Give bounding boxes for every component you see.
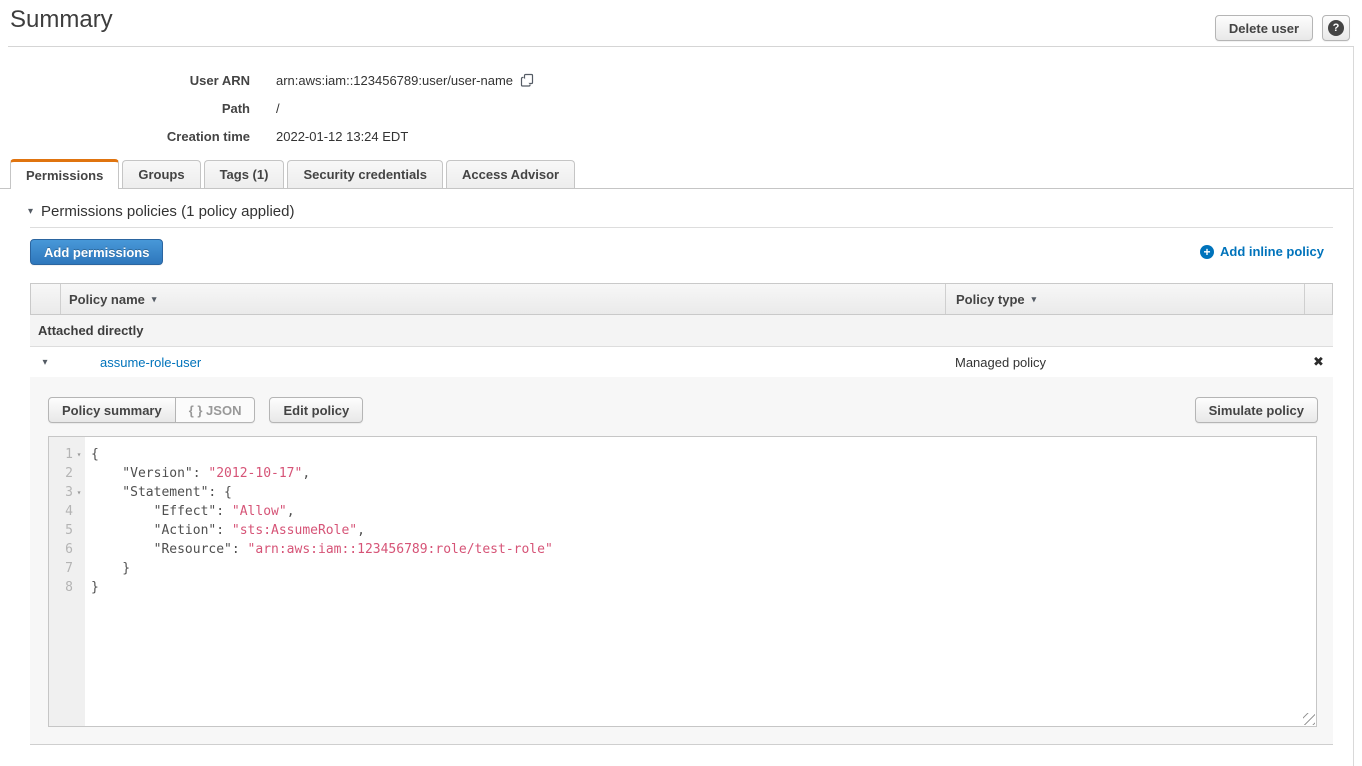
tab-groups[interactable]: Groups [122,160,200,188]
user-arn-row: User ARN arn:aws:iam::123456789:user/use… [0,66,535,94]
iam-user-summary-page: Summary Delete user ? User ARN arn:aws:i… [0,0,1362,766]
header-actions: Delete user ? [1215,15,1350,41]
policy-table: Policy name ▾ Policy type ▾ Attached dir… [30,283,1333,745]
editor-gutter: 1▾ 2 3▾ 4 5 6 7 8 [49,437,85,726]
policy-detail-panel: Policy summary { } JSON Edit policy Simu… [30,377,1333,745]
json-view-button[interactable]: { } JSON [176,397,256,423]
copy-icon[interactable] [520,73,535,88]
editor-code-area[interactable]: { "Version": "2012-10-17", "Statement": … [85,437,1316,726]
sort-arrow-icon: ▾ [1032,294,1037,305]
expand-caret-icon: ▾ [42,357,47,368]
add-permissions-button[interactable]: Add permissions [30,239,163,265]
tab-security-credentials[interactable]: Security credentials [287,160,443,188]
fold-caret-icon[interactable]: ▾ [73,445,85,464]
edit-policy-button[interactable]: Edit policy [269,397,363,423]
code-line: "Action": "sts:AssumeRole", [91,521,1316,540]
policy-view-segmented-control: Policy summary { } JSON [48,397,255,423]
add-inline-policy-link[interactable]: + Add inline policy [1200,244,1324,259]
code-line: "Resource": "arn:aws:iam::123456789:role… [91,540,1316,559]
attached-directly-group-row: Attached directly [30,315,1333,347]
policy-detail-toolbar: Policy summary { } JSON Edit policy [48,397,363,423]
policy-summary-button[interactable]: Policy summary [48,397,176,423]
action-column-header [1305,284,1332,314]
fold-caret-icon[interactable]: ▾ [73,483,85,502]
code-line: "Effect": "Allow", [91,502,1316,521]
page-title: Summary [10,6,113,34]
plus-circle-icon: + [1200,245,1214,259]
creation-time-value: 2022-01-12 13:24 EDT [276,129,408,144]
permissions-policies-header[interactable]: ▾ Permissions policies (1 policy applied… [28,203,294,220]
code-line: "Version": "2012-10-17", [91,464,1316,483]
permissions-policies-title: Permissions policies (1 policy applied) [41,203,294,220]
tab-permissions[interactable]: Permissions [10,159,119,189]
policy-table-header: Policy name ▾ Policy type ▾ [30,283,1333,315]
sort-arrow-icon: ▾ [152,294,157,305]
header-divider [8,46,1354,47]
code-line: { [91,445,1316,464]
policy-row: ▾ assume-role-user Managed policy ✖ [30,347,1333,377]
simulate-policy-button[interactable]: Simulate policy [1195,397,1318,423]
creation-time-row: Creation time 2022-01-12 13:24 EDT [0,122,535,150]
path-label: Path [0,101,250,116]
policy-json-editor[interactable]: 1▾ 2 3▾ 4 5 6 7 8 { "Version": "2012-10-… [48,436,1317,727]
policy-name-link[interactable]: assume-role-user [100,355,201,370]
expand-column-header [31,284,61,314]
user-arn-label: User ARN [0,73,250,88]
tab-access-advisor[interactable]: Access Advisor [446,160,575,188]
section-divider [30,227,1333,228]
policy-type-column-header[interactable]: Policy type ▾ [946,284,1305,314]
page-right-divider [1353,47,1354,766]
creation-time-label: Creation time [0,129,250,144]
code-line: } [91,578,1316,597]
user-arn-value: arn:aws:iam::123456789:user/user-name [276,73,513,88]
editor-resize-handle[interactable] [1303,713,1315,725]
expand-policy-toggle[interactable]: ▾ [30,357,60,368]
remove-policy-icon[interactable]: ✖ [1313,354,1324,370]
code-line: "Statement": { [91,483,1316,502]
path-row: Path / [0,94,535,122]
policy-type-value: Managed policy [955,355,1046,370]
delete-user-button[interactable]: Delete user [1215,15,1313,41]
help-icon: ? [1328,20,1344,36]
tab-strip: Permissions Groups Tags (1) Security cre… [0,160,1353,189]
user-info-section: User ARN arn:aws:iam::123456789:user/use… [0,66,535,150]
collapse-caret-icon: ▾ [28,206,33,217]
tab-tags[interactable]: Tags (1) [204,160,285,188]
help-button[interactable]: ? [1322,15,1350,41]
policy-name-column-header[interactable]: Policy name ▾ [61,284,946,314]
path-value: / [276,101,280,116]
code-line: } [91,559,1316,578]
